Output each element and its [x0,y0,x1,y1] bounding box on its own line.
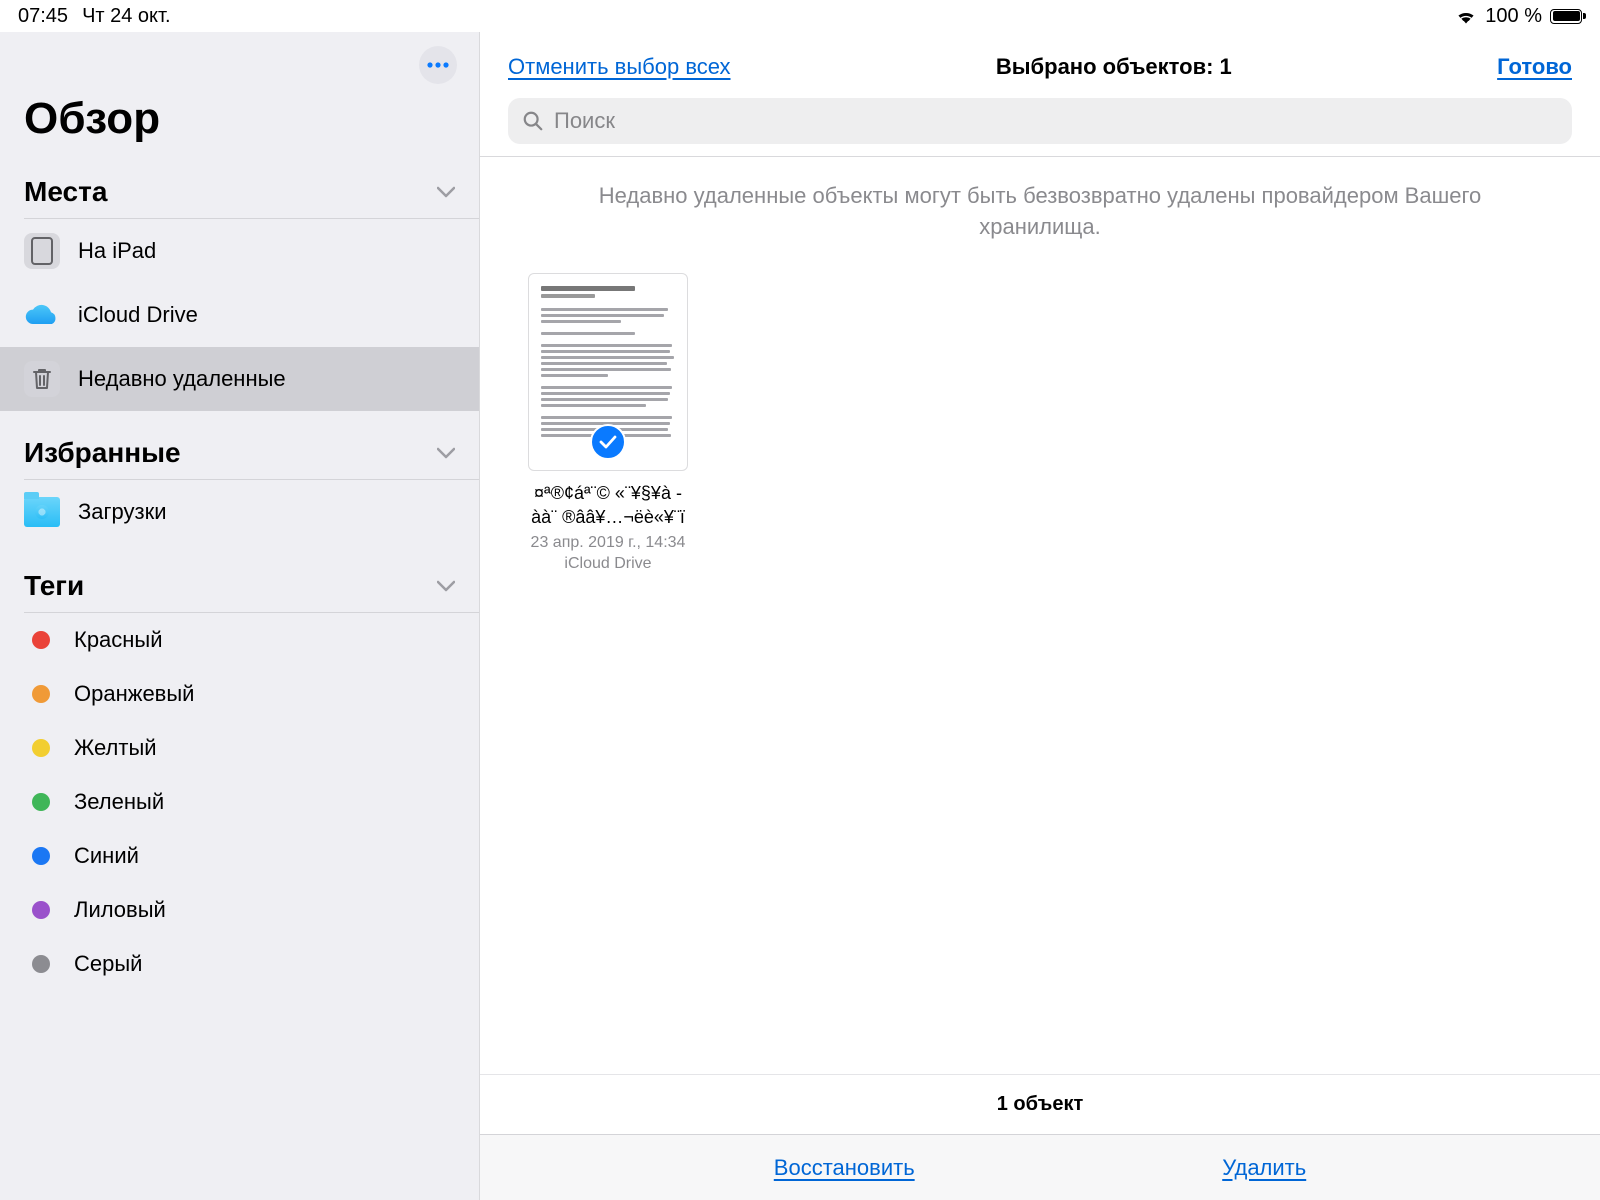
content-body: Недавно удаленные объекты могут быть без… [480,157,1600,1074]
sidebar-item-downloads[interactable]: Загрузки [0,480,479,544]
file-grid: ¤ª®¢áª¨© «¨¥§¥à ‑ àà¨ ®ââ¥…¬ëè«¥¨ï 23 ап… [508,273,1572,575]
bottom-toolbar: Восстановить Удалить [480,1134,1600,1200]
sidebar: Обзор Места На iPad [0,32,480,1200]
more-button[interactable] [419,46,457,84]
sidebar-tag-orange[interactable]: Оранжевый [0,667,479,721]
sidebar-item-label: Красный [74,627,163,653]
tag-dot-icon [32,739,50,757]
nav-bar: Отменить выбор всех Выбрано объектов: 1 … [480,32,1600,98]
done-button[interactable]: Готово [1497,54,1572,80]
search-input[interactable]: Поиск [508,98,1572,144]
sidebar-tag-yellow[interactable]: Желтый [0,721,479,775]
body-row: Обзор Места На iPad [0,0,1600,1200]
section-header-label: Места [24,176,107,208]
sidebar-tag-red[interactable]: Красный [0,613,479,667]
search-placeholder: Поиск [554,108,615,134]
sidebar-tag-purple[interactable]: Лиловый [0,883,479,937]
sidebar-title: Обзор [0,90,479,170]
sidebar-item-label: На iPad [78,238,156,264]
sidebar-item-label: Желтый [74,735,157,761]
sidebar-item-on-ipad[interactable]: На iPad [0,219,479,283]
app-root: 07:45 Чт 24 окт. 100 % [0,0,1600,1200]
status-battery-pct: 100 % [1485,5,1542,28]
sidebar-item-label: Загрузки [78,499,167,525]
ipad-icon [24,233,60,269]
status-left: 07:45 Чт 24 окт. [18,5,171,28]
selected-check-icon [590,424,626,460]
sidebar-item-label: Синий [74,843,139,869]
tag-dot-icon [32,901,50,919]
footer-count: 1 объект [480,1074,1600,1134]
status-time: 07:45 [18,5,68,28]
delete-button[interactable]: Удалить [1222,1155,1306,1181]
tag-dot-icon [32,631,50,649]
ellipsis-icon [427,62,449,68]
sidebar-tag-green[interactable]: Зеленый [0,775,479,829]
file-name: ¤ª®¢áª¨© «¨¥§¥à ‑ àà¨ ®ââ¥…¬ëè«¥¨ï [508,481,708,530]
section-header-label: Избранные [24,437,181,469]
status-date: Чт 24 окт. [82,5,170,28]
sidebar-tag-grey[interactable]: Серый [0,937,479,991]
sidebar-tag-blue[interactable]: Синий [0,829,479,883]
section-header-label: Теги [24,570,84,602]
sidebar-item-label: Серый [74,951,142,977]
section-header-locations[interactable]: Места [0,170,479,218]
tag-dot-icon [32,955,50,973]
sidebar-actions [0,46,479,90]
tag-dot-icon [32,793,50,811]
chevron-down-icon [437,186,455,198]
battery-icon [1550,9,1582,24]
file-thumbnail [528,273,688,471]
chevron-down-icon [437,580,455,592]
content: Отменить выбор всех Выбрано объектов: 1 … [480,32,1600,1200]
nav-title: Выбрано объектов: 1 [751,54,1478,80]
sidebar-item-icloud[interactable]: iCloud Drive [0,283,479,347]
section-header-tags[interactable]: Теги [0,544,479,612]
section-header-favorites[interactable]: Избранные [0,411,479,479]
sidebar-item-label: Оранжевый [74,681,194,707]
sidebar-item-label: Зеленый [74,789,164,815]
sidebar-item-label: Недавно удаленные [78,366,286,392]
deselect-all-button[interactable]: Отменить выбор всех [508,54,731,80]
sidebar-item-recently-deleted[interactable]: Недавно удаленные [0,347,479,411]
sidebar-item-label: iCloud Drive [78,302,198,328]
search-wrap: Поиск [480,98,1600,156]
restore-button[interactable]: Восстановить [774,1155,915,1181]
icloud-icon [24,297,60,333]
deleted-notice: Недавно удаленные объекты могут быть без… [508,181,1572,273]
sidebar-item-label: Лиловый [74,897,166,923]
status-right: 100 % [1455,5,1582,28]
file-item[interactable]: ¤ª®¢áª¨© «¨¥§¥à ‑ àà¨ ®ââ¥…¬ëè«¥¨ï 23 ап… [508,273,708,575]
tag-dot-icon [32,685,50,703]
trash-icon [24,361,60,397]
search-icon [522,110,544,132]
file-meta: 23 апр. 2019 г., 14:34 iCloud Drive [508,533,708,575]
wifi-icon [1455,8,1477,24]
status-bar: 07:45 Чт 24 окт. 100 % [0,0,1600,32]
chevron-down-icon [437,447,455,459]
folder-downloads-icon [24,494,60,530]
tag-dot-icon [32,847,50,865]
